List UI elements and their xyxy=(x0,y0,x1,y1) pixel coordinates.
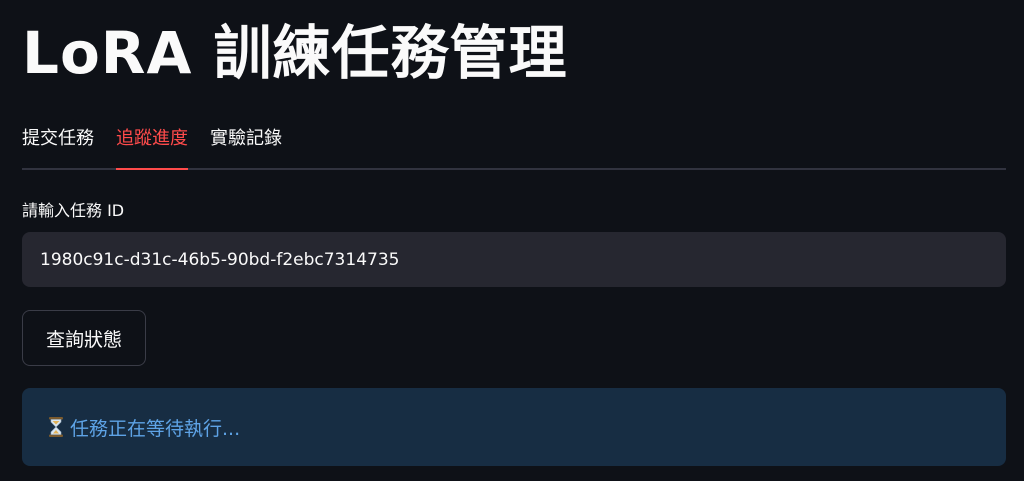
tab-track-progress[interactable]: 追蹤進度 xyxy=(116,120,188,170)
app-page: LoRA 訓練任務管理 提交任務 追蹤進度 實驗記錄 請輸入任務 ID 查詢狀態… xyxy=(0,0,1024,481)
status-message: 任務正在等待執行... xyxy=(70,417,241,440)
page-title: LoRA 訓練任務管理 xyxy=(22,19,568,87)
task-id-label: 請輸入任務 ID xyxy=(22,201,125,220)
hourglass-icon xyxy=(46,416,66,438)
tab-submit-task[interactable]: 提交任務 xyxy=(22,120,94,168)
tab-experiment-log[interactable]: 實驗記錄 xyxy=(210,120,282,168)
task-id-input[interactable] xyxy=(40,249,988,270)
query-status-button[interactable]: 查詢狀態 xyxy=(22,310,146,366)
task-id-input-container xyxy=(22,232,1006,287)
tab-bar: 提交任務 追蹤進度 實驗記錄 xyxy=(22,120,1006,170)
status-info-box: 任務正在等待執行... xyxy=(22,388,1006,466)
